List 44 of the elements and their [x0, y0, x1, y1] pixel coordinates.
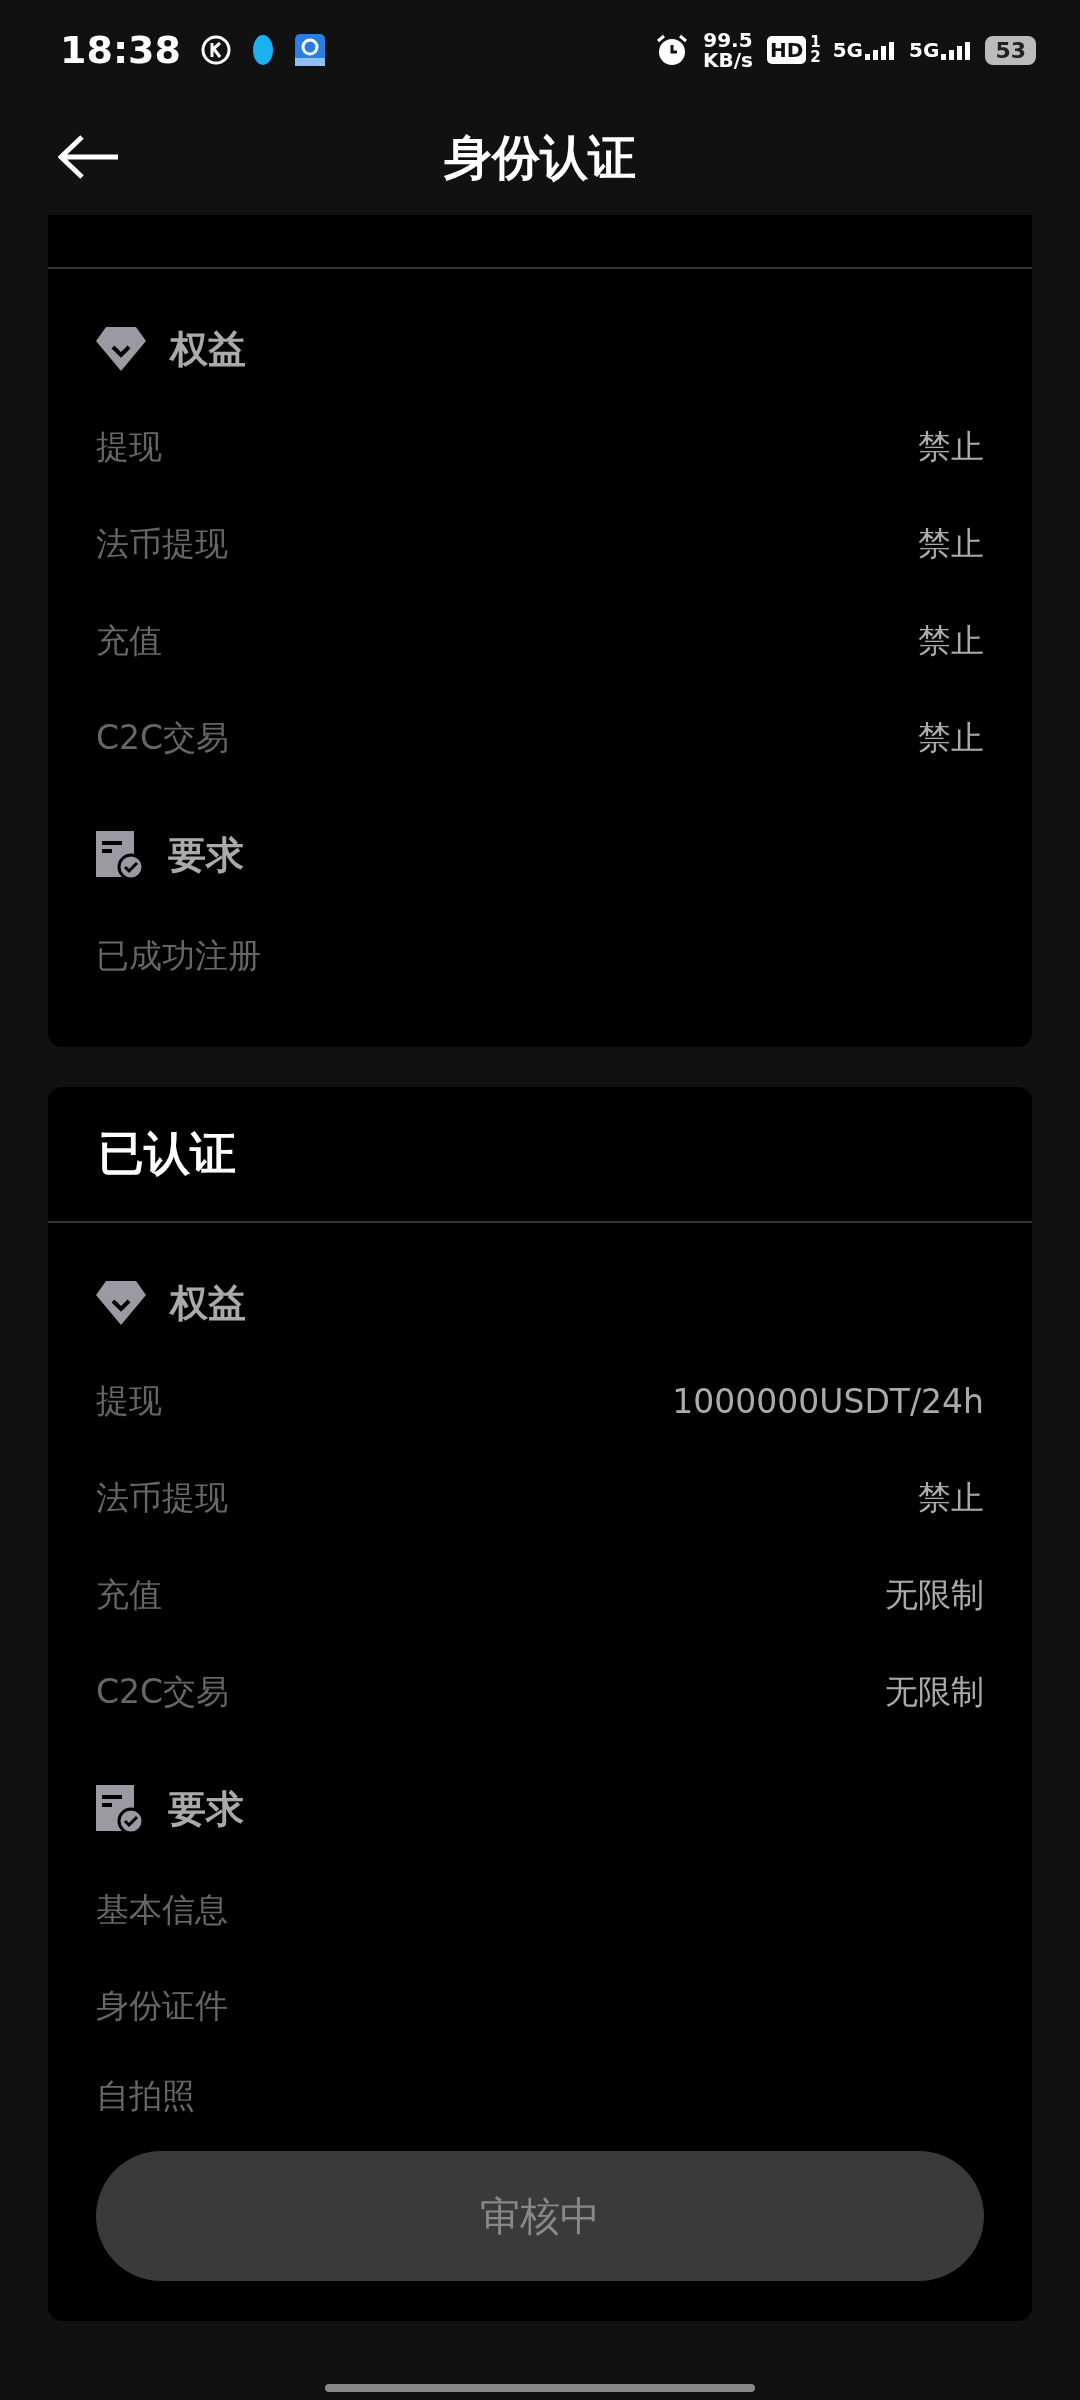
signal-icon: [941, 40, 972, 60]
app-icon: [294, 34, 325, 66]
benefit-value: 1000000USDT/24h: [672, 1382, 984, 1421]
benefit-label: 法币提现: [96, 1477, 228, 1519]
status-time: 18:38: [60, 28, 181, 72]
requirement-text: 身份证件: [96, 1984, 228, 2027]
hd-badge: HD: [766, 36, 807, 64]
benefit-value: 禁止: [918, 426, 984, 468]
benefit-label: 提现: [96, 1380, 162, 1422]
section-title: 权益: [170, 1279, 246, 1327]
benefit-value: 无限制: [885, 1671, 984, 1713]
document-check-icon: [96, 831, 144, 879]
alarm-icon: [654, 33, 689, 67]
network-type: 5G: [832, 40, 864, 60]
benefit-value: 禁止: [918, 1477, 984, 1519]
benefit-value: 禁止: [918, 620, 984, 662]
speed-unit: KB/s: [702, 50, 753, 70]
benefit-label: 法币提现: [96, 523, 228, 565]
benefit-value: 禁止: [918, 523, 984, 565]
network-speed: 99.5: [703, 30, 753, 50]
sim-number: 1: [810, 35, 821, 50]
benefit-label: 提现: [96, 426, 162, 468]
requirement-text: 自拍照: [96, 2074, 195, 2117]
benefit-label: 充值: [96, 620, 162, 662]
signal-icon: [865, 40, 896, 60]
benefit-label: C2C交易: [96, 717, 230, 759]
benefit-label: 充值: [96, 1574, 162, 1616]
benefit-value: 禁止: [918, 717, 984, 759]
benefit-value: 无限制: [885, 1574, 984, 1616]
sim-number: 2: [810, 50, 821, 65]
document-check-icon: [96, 1785, 144, 1833]
benefit-label: C2C交易: [96, 1671, 230, 1713]
page-title: 身份认证: [444, 127, 636, 187]
k-circle-icon: [200, 35, 231, 65]
section-title: 要求: [168, 831, 244, 879]
requirement-text: 已成功注册: [96, 934, 261, 977]
section-title: 权益: [170, 325, 246, 373]
battery-icon: 53: [985, 35, 1036, 65]
card-title: 已认证: [98, 1125, 236, 1182]
diamond-icon: [96, 1281, 146, 1325]
network-type: 5G: [909, 40, 940, 60]
requirement-text: 基本信息: [96, 1888, 228, 1931]
section-title: 要求: [168, 1785, 244, 1833]
diamond-icon: [96, 327, 146, 371]
